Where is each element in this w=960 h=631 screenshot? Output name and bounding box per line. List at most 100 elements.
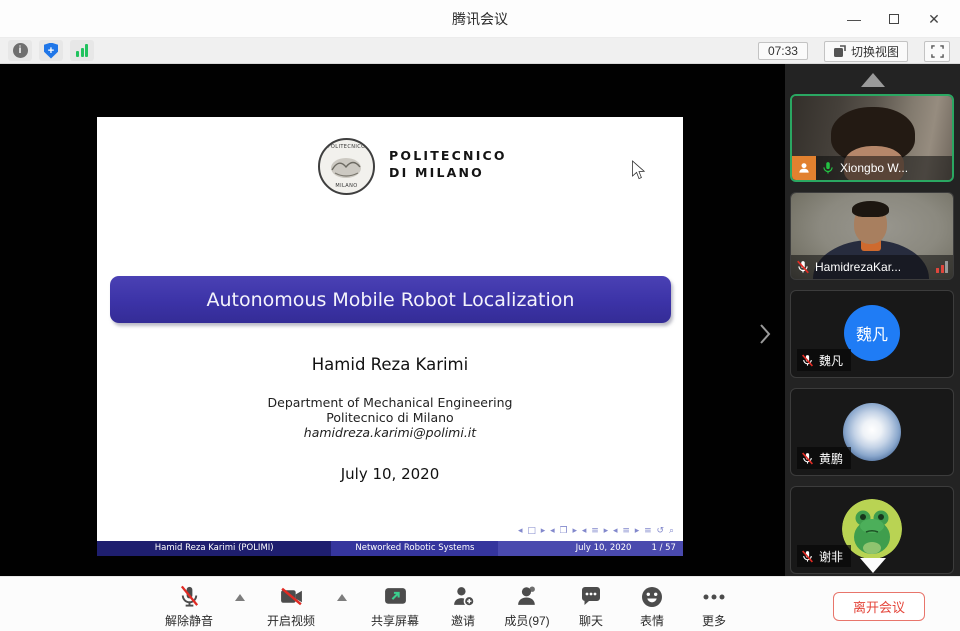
mic-muted-icon	[801, 550, 814, 563]
participant-name: Xiongbo W...	[840, 161, 908, 175]
footline-date: July 10, 2020	[576, 541, 632, 556]
layout-icon	[833, 45, 846, 58]
chat-icon	[579, 584, 603, 609]
share-screen-label: 共享屏幕	[371, 612, 419, 629]
poor-network-icon	[936, 261, 948, 273]
start-video-button[interactable]: 开启视频	[254, 584, 328, 629]
mic-on-icon	[821, 161, 835, 175]
toolbar-tools: 解除静音 开启视频 共享屏幕	[152, 584, 744, 629]
host-badge-icon	[792, 156, 816, 180]
fullscreen-icon	[931, 45, 944, 58]
start-video-label: 开启视频	[267, 612, 315, 629]
shared-screen-area: POLITECNICO MILANO POLITECNICO DI MILANO…	[0, 64, 785, 576]
window-title: 腾讯会议	[0, 0, 960, 38]
slide-affiliation: Department of Mechanical Engineering Pol…	[97, 395, 683, 440]
participant-tile[interactable]: HamidrezaKar...	[790, 192, 954, 280]
beamer-nav-icons: ◂ □ ▸ ◂ ❐ ▸ ◂ ≡ ▸ ◂ ≡ ▸ ≡ ↺ ⌕	[518, 526, 675, 536]
more-button[interactable]: 更多	[684, 584, 744, 629]
invite-label: 邀请	[451, 612, 475, 629]
presentation-slide: POLITECNICO MILANO POLITECNICO DI MILANO…	[97, 117, 683, 556]
participant-label-bar: 黄鹏	[797, 447, 851, 469]
footline-series: Networked Robotic Systems	[331, 541, 498, 556]
mic-muted-icon	[178, 584, 201, 609]
security-button[interactable]: +	[39, 40, 63, 61]
initials-avatar: 魏凡	[844, 305, 900, 361]
video-options-caret[interactable]	[337, 594, 347, 601]
chat-button[interactable]: 聊天	[562, 584, 620, 629]
info-icon: i	[13, 43, 28, 58]
window-titlebar: 腾讯会议 — ✕	[0, 0, 960, 38]
shield-plus-icon: +	[44, 43, 58, 59]
participant-label-bar: 谢非	[797, 545, 851, 567]
switch-view-label: 切换视图	[851, 43, 899, 60]
maximize-button[interactable]	[874, 0, 914, 38]
close-button[interactable]: ✕	[914, 0, 954, 38]
wordmark-line1: POLITECNICO	[389, 147, 507, 164]
scroll-up-arrow[interactable]	[861, 73, 885, 87]
slide-title: Autonomous Mobile Robot Localization	[207, 289, 575, 311]
status-left-icons: i +	[8, 40, 94, 61]
mouse-cursor	[631, 160, 646, 181]
unmute-button[interactable]: 解除静音	[152, 584, 226, 629]
slide-footline: Hamid Reza Karimi (POLIMI) Networked Rob…	[97, 541, 683, 556]
camera-off-icon	[279, 584, 304, 609]
participant-name: 魏凡	[819, 352, 843, 369]
affiliation-line2: Politecnico di Milano	[97, 410, 683, 425]
members-button[interactable]: 成员(97)	[492, 584, 562, 629]
footline-page: 1 / 57	[651, 541, 676, 556]
maximize-icon	[889, 14, 899, 24]
emoji-label: 表情	[640, 612, 664, 629]
chat-label: 聊天	[579, 612, 603, 629]
members-label: 成员(97)	[504, 612, 549, 629]
seal-bottom-text: MILANO	[320, 183, 373, 189]
participant-name: HamidrezaKar...	[815, 260, 901, 274]
participants-panel: Xiongbo W... HamidrezaKar... 魏凡	[785, 64, 960, 576]
audio-options-caret[interactable]	[235, 594, 245, 601]
unmute-label: 解除静音	[165, 612, 213, 629]
minimize-button[interactable]: —	[834, 0, 874, 38]
participant-label-bar: Xiongbo W...	[792, 156, 952, 180]
meeting-info-button[interactable]: i	[8, 40, 32, 61]
status-right-controls: 07:33 切换视图	[758, 40, 950, 62]
mic-muted-icon	[801, 354, 814, 367]
slide-date: July 10, 2020	[97, 465, 683, 483]
slide-title-banner: Autonomous Mobile Robot Localization	[110, 276, 671, 323]
wordmark-line2: DI MILANO	[389, 164, 507, 181]
switch-view-button[interactable]: 切换视图	[824, 41, 908, 62]
share-screen-button[interactable]: 共享屏幕	[356, 584, 434, 629]
participant-tile[interactable]: 魏凡 魏凡	[790, 290, 954, 378]
polimi-wordmark: POLITECNICO DI MILANO	[389, 138, 507, 181]
network-status-button[interactable]	[70, 40, 94, 61]
window-controls: — ✕	[834, 0, 954, 38]
emoji-icon	[640, 584, 664, 609]
emoji-button[interactable]: 表情	[620, 584, 684, 629]
more-label: 更多	[702, 612, 726, 629]
polimi-seal-icon: POLITECNICO MILANO	[318, 138, 375, 195]
members-icon	[515, 584, 540, 609]
meeting-statusbar: i + 07:33 切换视图	[0, 38, 960, 64]
author-email: hamidreza.karimi@polimi.it	[97, 425, 683, 440]
invite-icon	[451, 584, 476, 609]
participant-tile[interactable]: Xiongbo W...	[790, 94, 954, 182]
expand-panel-chevron[interactable]	[758, 322, 772, 346]
slide-author: Hamid Reza Karimi	[97, 355, 683, 374]
participant-name: 谢非	[819, 548, 843, 565]
scroll-down-arrow[interactable]	[860, 558, 886, 573]
fullscreen-button[interactable]	[924, 41, 950, 62]
signal-bars-icon	[76, 44, 88, 57]
mic-muted-icon	[801, 452, 814, 465]
affiliation-line1: Department of Mechanical Engineering	[97, 395, 683, 410]
seal-top-text: POLITECNICO	[320, 144, 373, 150]
participant-name: 黄鹏	[819, 450, 843, 467]
participant-label-bar: HamidrezaKar...	[791, 255, 953, 279]
participant-label-bar: 魏凡	[797, 349, 851, 371]
share-screen-icon	[383, 584, 408, 609]
invite-button[interactable]: 邀请	[434, 584, 492, 629]
footline-right: July 10, 2020 1 / 57	[498, 541, 683, 556]
footline-author: Hamid Reza Karimi (POLIMI)	[97, 541, 331, 556]
polimi-logo: POLITECNICO MILANO POLITECNICO DI MILANO	[318, 138, 507, 195]
meeting-toolbar: 解除静音 开启视频 共享屏幕	[0, 576, 960, 631]
leave-meeting-button[interactable]: 离开会议	[833, 592, 925, 621]
participant-tile[interactable]: 黄鹏	[790, 388, 954, 476]
mic-muted-icon	[796, 260, 810, 274]
